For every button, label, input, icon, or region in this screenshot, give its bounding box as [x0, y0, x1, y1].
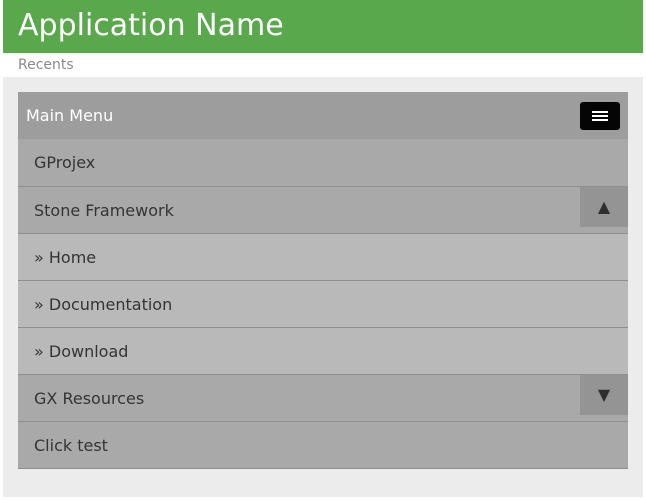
app-title: Application Name	[18, 8, 284, 43]
submenu-item-download[interactable]: » Download	[18, 327, 628, 374]
menu-item-stone-framework[interactable]: Stone Framework ▲	[18, 186, 628, 233]
submenu-item-documentation[interactable]: » Documentation	[18, 280, 628, 327]
hamburger-icon[interactable]	[580, 102, 620, 130]
main-menu: Main Menu GProjex Stone Framework ▲ » Ho…	[18, 92, 628, 469]
main-menu-title: Main Menu	[26, 106, 114, 125]
app-window: Application Name Recents Main Menu GProj…	[3, 0, 643, 500]
hamburger-line	[592, 115, 608, 117]
recents-bar: Recents	[3, 53, 643, 77]
menu-item-click-test[interactable]: Click test	[18, 421, 628, 469]
main-menu-header: Main Menu	[18, 92, 628, 139]
hamburger-line	[592, 119, 608, 121]
menu-item-label: Stone Framework	[34, 201, 174, 220]
menu-item-label: Click test	[34, 436, 108, 455]
menu-item-gx-resources[interactable]: GX Resources ▼	[18, 374, 628, 421]
menu-item-label: GX Resources	[34, 389, 145, 408]
app-header: Application Name	[3, 0, 643, 53]
submenu-item-home[interactable]: » Home	[18, 233, 628, 280]
menu-item-label: » Documentation	[34, 295, 173, 314]
collapse-up-icon[interactable]: ▲	[580, 187, 628, 227]
menu-item-label: » Home	[34, 248, 97, 267]
menu-item-gprojex[interactable]: GProjex	[18, 139, 628, 186]
hamburger-line	[592, 111, 608, 113]
recents-link[interactable]: Recents	[18, 56, 74, 74]
menu-item-label: GProjex	[34, 153, 96, 172]
expand-down-icon[interactable]: ▼	[580, 375, 628, 415]
menu-item-label: » Download	[34, 342, 129, 361]
